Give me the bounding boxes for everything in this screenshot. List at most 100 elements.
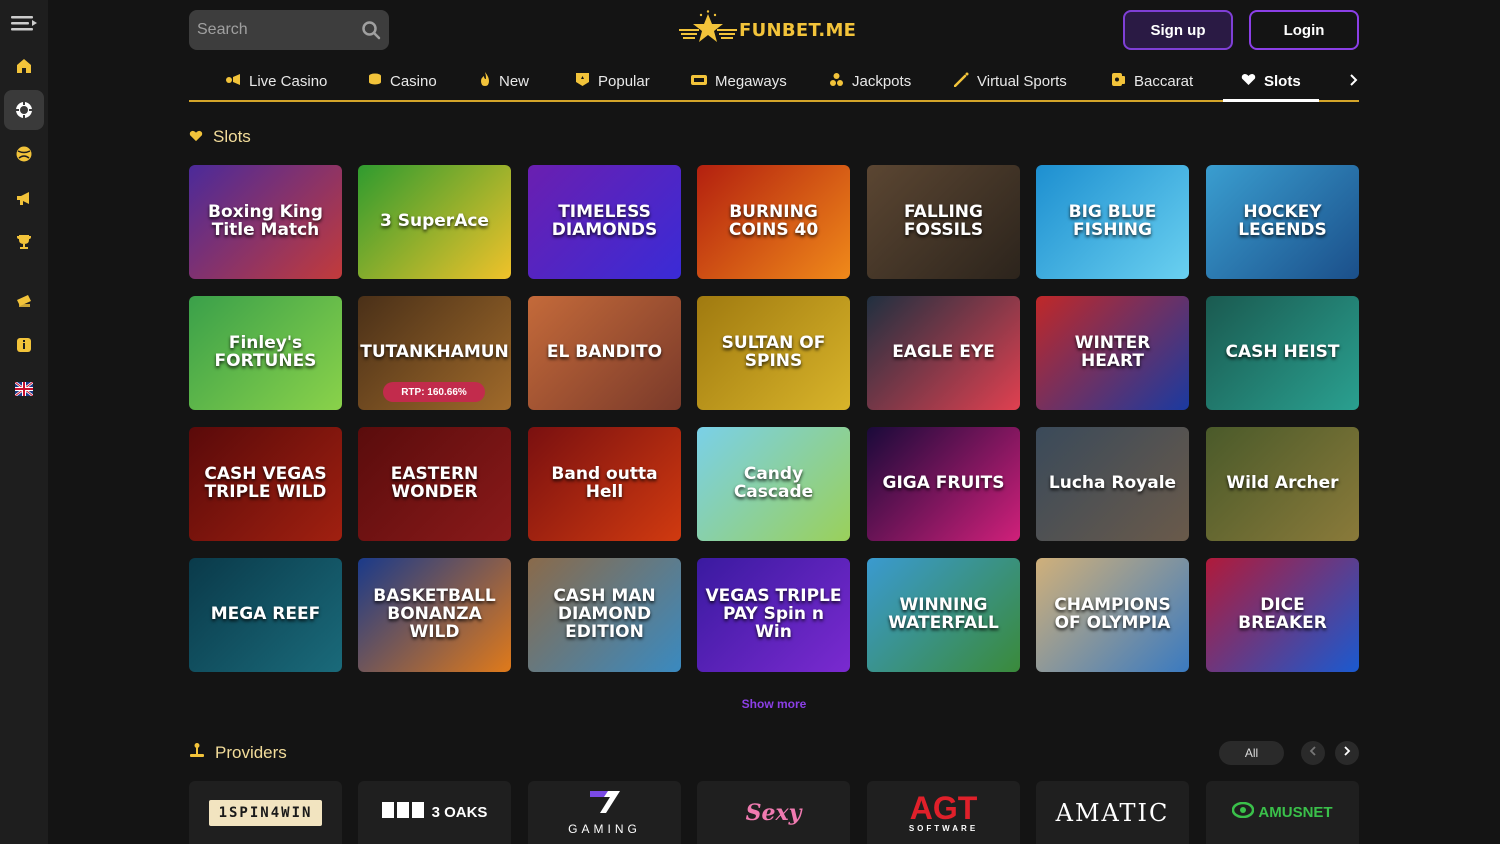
casino-chip-icon[interactable]	[4, 90, 44, 130]
provider-card[interactable]: GAMING	[528, 781, 681, 844]
provider-card[interactable]: 1SPIN4WIN	[189, 781, 342, 844]
category-nav: Live Casino Casino New Popular Megaways …	[189, 62, 1359, 102]
login-button[interactable]: Login	[1249, 10, 1359, 50]
game-title: CASH VEGAS TRIPLE WILD	[204, 464, 327, 502]
game-title: CASH MAN DIAMOND EDITION	[553, 586, 656, 642]
uk-flag-icon[interactable]	[4, 369, 44, 409]
sign-up-button[interactable]: Sign up	[1123, 10, 1233, 50]
tab-virtual-sports[interactable]: Virtual Sports	[953, 62, 1067, 100]
tab-slots[interactable]: Slots	[1223, 62, 1319, 102]
chevron-right-icon[interactable]	[1349, 72, 1359, 93]
game-tile[interactable]: CASH VEGAS TRIPLE WILD	[189, 427, 342, 541]
seven-logo-icon	[588, 789, 622, 820]
tab-label: New	[499, 72, 530, 90]
game-tile[interactable]: EL BANDITO	[528, 296, 681, 410]
fire-icon	[479, 71, 491, 91]
game-tile[interactable]: Candy Cascade	[697, 427, 850, 541]
game-tile[interactable]: BASKETBALL BONANZA WILD	[358, 558, 511, 672]
search-box[interactable]	[189, 10, 389, 50]
game-tile[interactable]: BURNING COINS 40	[697, 165, 850, 279]
trophy-icon[interactable]	[4, 222, 44, 262]
provider-card[interactable]: 3 OAKS	[358, 781, 511, 844]
search-input[interactable]	[197, 21, 347, 39]
joystick-icon	[189, 742, 205, 763]
game-title: Lucha Royale	[1048, 473, 1177, 494]
jackpots-icon	[829, 72, 844, 91]
tab-casino[interactable]: Casino	[368, 62, 437, 100]
game-title: HOCKEY LEGENDS	[1238, 202, 1327, 240]
heart-icon	[1241, 73, 1256, 90]
game-tile[interactable]: EASTERN WONDER	[358, 427, 511, 541]
provider-logo: AGT	[909, 790, 978, 826]
section-title: Slots	[213, 127, 251, 146]
site-logo[interactable]: FUNBET.ME	[679, 10, 856, 50]
provider-logo: GAMING	[568, 822, 641, 836]
baccarat-icon	[1111, 72, 1126, 91]
menu-toggle-icon[interactable]	[4, 3, 44, 43]
provider-card[interactable]: AGT SOFTWARE	[867, 781, 1020, 844]
game-tile[interactable]: SULTAN OF SPINS	[697, 296, 850, 410]
game-tile[interactable]: 3 SuperAce	[358, 165, 511, 279]
game-tile[interactable]: WINTER HEART	[1036, 296, 1189, 410]
tab-label: Baccarat	[1134, 72, 1194, 90]
provider-logo: AMUSNET	[1258, 804, 1333, 821]
provider-card[interactable]: AMATIC	[1036, 781, 1189, 844]
providers-prev-button[interactable]	[1301, 741, 1325, 765]
game-title: 3 SuperAce	[380, 211, 489, 232]
promotions-megaphone-icon[interactable]	[4, 178, 44, 218]
tab-live-casino[interactable]: Live Casino	[225, 62, 327, 100]
show-more-button[interactable]: Show more	[700, 697, 848, 711]
game-tile[interactable]: DICE BREAKER	[1206, 558, 1359, 672]
virtual-sports-icon	[953, 72, 969, 91]
game-tile[interactable]: CHAMPIONS OF OLYMPIA	[1036, 558, 1189, 672]
game-tile[interactable]: MEGA REEF	[189, 558, 342, 672]
tab-popular[interactable]: Popular	[575, 62, 650, 100]
game-tile[interactable]: TIMELESS DIAMONDS	[528, 165, 681, 279]
info-icon[interactable]	[4, 325, 44, 365]
tickets-icon[interactable]	[4, 281, 44, 321]
star-logo-icon	[679, 10, 737, 42]
game-title: DICE BREAKER	[1238, 595, 1327, 633]
game-title: BASKETBALL BONANZA WILD	[373, 586, 496, 642]
tab-new[interactable]: New	[479, 62, 529, 100]
provider-card[interactable]: AMUSNET	[1206, 781, 1359, 844]
game-tile[interactable]: EAGLE EYE	[867, 296, 1020, 410]
slots-section-header: Slots	[189, 127, 251, 147]
game-title: SULTAN OF SPINS	[721, 333, 826, 371]
game-tile[interactable]: VEGAS TRIPLE PAY Spin n Win	[697, 558, 850, 672]
game-tile[interactable]: WINNING WATERFALL	[867, 558, 1020, 672]
game-tile[interactable]: Boxing King Title Match	[189, 165, 342, 279]
tab-jackpots[interactable]: Jackpots	[829, 62, 911, 100]
tab-megaways[interactable]: Megaways	[691, 62, 787, 100]
provider-logo: 1SPIN4WIN	[208, 799, 323, 826]
game-tile[interactable]: Band outta Hell	[528, 427, 681, 541]
tab-baccarat[interactable]: Baccarat	[1111, 62, 1193, 100]
game-tile[interactable]: BIG BLUE FISHING	[1036, 165, 1189, 279]
game-title: Band outta Hell	[551, 464, 658, 502]
search-icon[interactable]	[361, 20, 381, 45]
chevron-right-icon	[1343, 744, 1351, 762]
game-tile[interactable]: Lucha Royale	[1036, 427, 1189, 541]
game-tile[interactable]: TUTANKHAMUN RTP: 160.66%	[358, 296, 511, 410]
game-tile[interactable]: Finley's FORTUNES	[189, 296, 342, 410]
tab-label: Popular	[598, 72, 650, 90]
providers-next-button[interactable]	[1335, 741, 1359, 765]
megaways-icon	[691, 73, 707, 90]
oak-logo-icon	[381, 800, 424, 825]
tab-label: Live Casino	[249, 72, 328, 90]
game-title: WINNING WATERFALL	[888, 595, 999, 633]
game-title: Boxing King Title Match	[208, 202, 323, 240]
game-title: TIMELESS DIAMONDS	[551, 202, 658, 240]
game-tile[interactable]: GIGA FRUITS	[867, 427, 1020, 541]
provider-card[interactable]: Sexy	[697, 781, 850, 844]
game-tile[interactable]: FALLING FOSSILS	[867, 165, 1020, 279]
providers-all-button[interactable]: All	[1219, 741, 1284, 765]
game-title: BIG BLUE FISHING	[1068, 202, 1157, 240]
game-tile[interactable]: HOCKEY LEGENDS	[1206, 165, 1359, 279]
home-icon[interactable]	[4, 46, 44, 86]
game-title: BURNING COINS 40	[728, 202, 819, 240]
sports-ball-icon[interactable]	[4, 134, 44, 174]
game-tile[interactable]: CASH HEIST	[1206, 296, 1359, 410]
game-tile[interactable]: Wild Archer	[1206, 427, 1359, 541]
game-tile[interactable]: CASH MAN DIAMOND EDITION	[528, 558, 681, 672]
